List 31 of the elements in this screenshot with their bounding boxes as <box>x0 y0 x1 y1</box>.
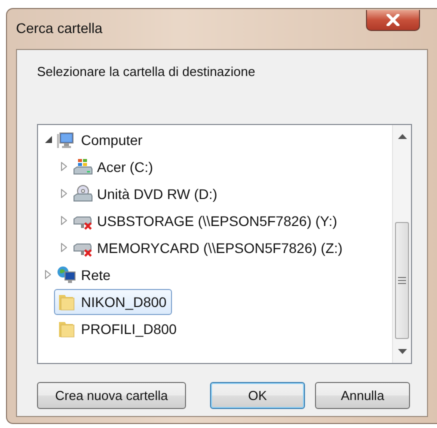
scroll-thumb[interactable] <box>395 222 409 339</box>
tree-item[interactable]: NIKON_D800 <box>54 288 172 314</box>
tree-item[interactable]: Acer (C:) <box>70 154 158 180</box>
expand-icon[interactable] <box>61 162 67 171</box>
close-button[interactable] <box>366 10 420 30</box>
expand-icon[interactable] <box>61 189 67 198</box>
folder-icon <box>57 292 77 310</box>
disc-drive-icon <box>73 184 93 202</box>
dialog-button[interactable]: Annulla <box>315 382 410 409</box>
tree-item[interactable]: Rete <box>54 262 116 288</box>
grip-icon <box>398 276 406 284</box>
expanded-icon[interactable] <box>44 136 52 143</box>
dialog-button[interactable]: OK <box>210 382 305 409</box>
folder-icon <box>57 320 77 338</box>
scroll-up-icon[interactable] <box>398 133 406 139</box>
tree-item[interactable]: Unità DVD RW (D:) <box>70 180 222 206</box>
close-icon <box>386 14 400 26</box>
scrollbar[interactable] <box>392 125 411 363</box>
tree-item[interactable]: USBSTORAGE (\\EPSON5F7826) (Y:) <box>70 208 342 234</box>
expand-icon[interactable] <box>61 243 67 252</box>
tree-item[interactable]: PROFILI_D800 <box>54 316 182 342</box>
dialog-button[interactable]: Crea nuova cartella <box>37 382 186 409</box>
tree-item[interactable]: Computer <box>54 126 148 152</box>
window-title: Cerca cartella <box>16 20 102 36</box>
expand-icon[interactable] <box>45 270 51 279</box>
tree-item[interactable]: MEMORYCARD (\\EPSON5F7826) (Z:) <box>70 234 348 260</box>
network-icon <box>57 266 77 284</box>
expand-icon[interactable] <box>61 216 67 225</box>
scroll-down-icon[interactable] <box>398 349 406 355</box>
hard-drive-icon <box>73 158 93 176</box>
prompt-text: Selezionare la cartella di destinazione <box>37 64 256 81</box>
